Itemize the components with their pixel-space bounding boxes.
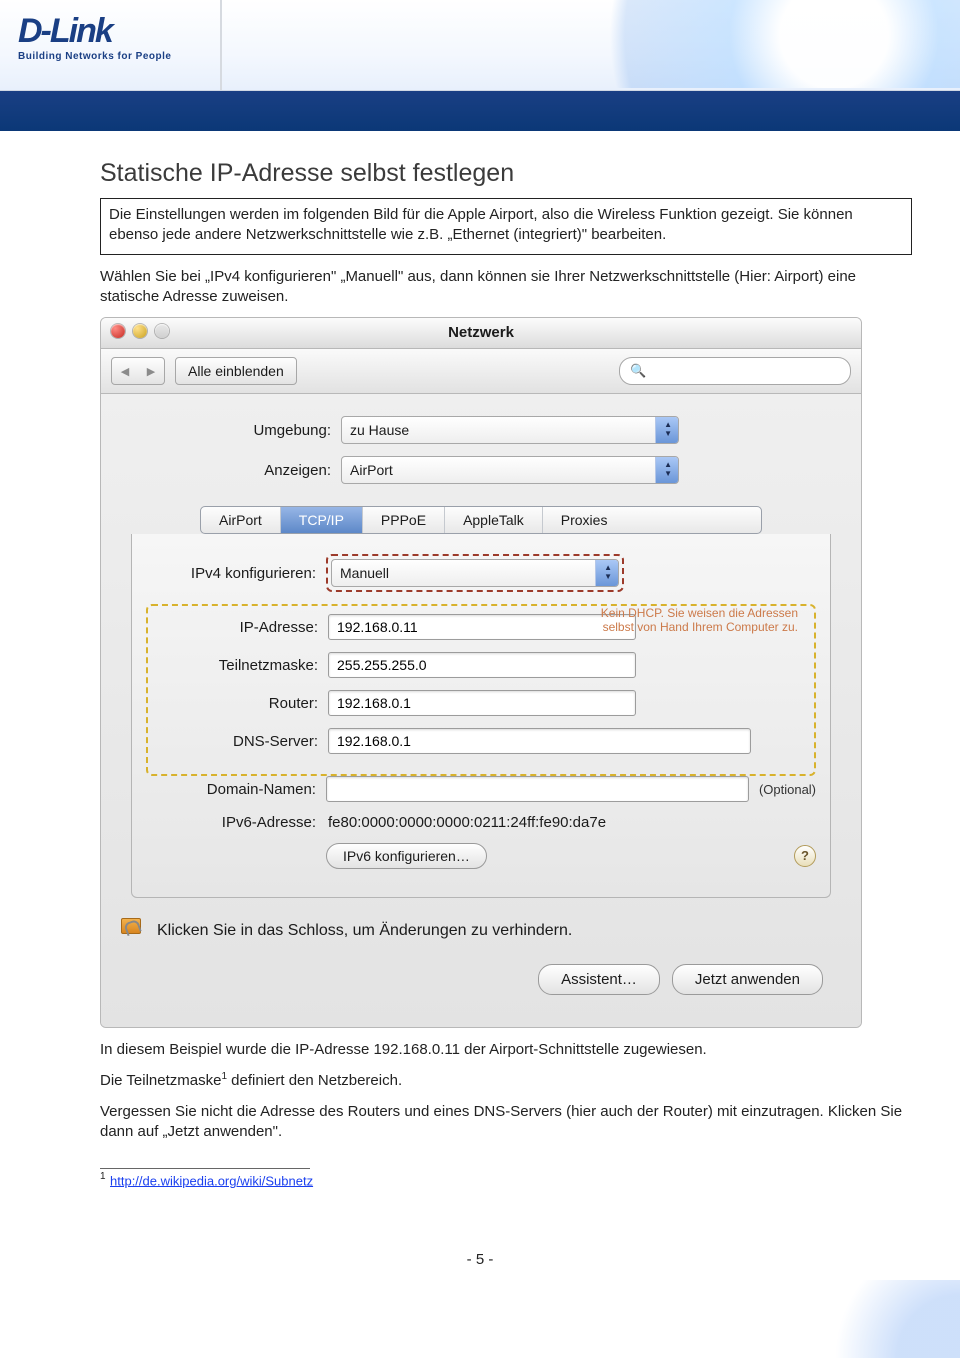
dlink-logo: D-Link Building Networks for People	[18, 12, 171, 62]
back-icon[interactable]: ◀	[112, 365, 138, 378]
outro-paragraph-2: Die Teilnetzmaske1 definiert den Netzber…	[100, 1070, 912, 1091]
tab-proxies[interactable]: Proxies	[543, 507, 626, 533]
lock-icon[interactable]	[121, 918, 147, 944]
window-controls	[111, 324, 169, 338]
search-icon: 🔍	[630, 363, 646, 379]
footnote-separator	[100, 1168, 310, 1169]
page-header: D-Link Building Networks for People	[0, 0, 960, 91]
router-field[interactable]	[328, 690, 636, 716]
lock-message: Klicken Sie in das Schloss, um Änderunge…	[157, 922, 572, 940]
umgebung-select[interactable]: zu Hause ▲▼	[341, 416, 679, 444]
annotation-text-2: selbst von Hand Ihrem Computer zu.	[603, 620, 798, 634]
window-title: Netzwerk	[448, 324, 514, 341]
footer-globe-art	[800, 1280, 960, 1358]
ipv6-configure-button[interactable]: IPv6 konfigurieren…	[326, 843, 487, 869]
close-icon[interactable]	[111, 324, 125, 338]
outro-paragraph-3: Vergessen Sie nicht die Adresse des Rout…	[100, 1102, 912, 1143]
toolbar: ◀ ▶ Alle einblenden 🔍	[101, 349, 861, 394]
annotation-text-1: Kein DHCP. Sie weisen die Adressen	[601, 606, 798, 620]
optional-label: (Optional)	[759, 782, 816, 797]
header-blue-bar	[0, 91, 960, 131]
chevron-updown-icon: ▲▼	[664, 420, 672, 438]
forward-icon[interactable]: ▶	[138, 365, 164, 378]
tab-bar: AirPort TCP/IP PPPoE AppleTalk Proxies	[200, 506, 762, 534]
anzeigen-select[interactable]: AirPort ▲▼	[341, 456, 679, 484]
assistant-button[interactable]: Assistent…	[538, 964, 660, 995]
window-titlebar: Netzwerk	[101, 318, 861, 349]
ip-address-label: IP-Adresse:	[148, 619, 328, 636]
subnet-mask-field[interactable]	[328, 652, 636, 678]
ipv4-config-select[interactable]: Manuell ▲▼	[331, 559, 619, 587]
tab-tcpip[interactable]: TCP/IP	[281, 507, 363, 533]
dns-server-field[interactable]	[328, 728, 751, 754]
ipv6-address-value: fe80:0000:0000:0000:0211:24ff:fe90:da7e	[326, 814, 606, 831]
logo-tagline: Building Networks for People	[18, 51, 171, 62]
search-input[interactable]: 🔍	[619, 357, 851, 385]
nav-back-forward[interactable]: ◀ ▶	[111, 357, 165, 385]
domain-names-label: Domain-Namen:	[146, 781, 326, 798]
logo-text: D-Link	[18, 12, 171, 51]
domain-names-field[interactable]	[326, 776, 749, 802]
dns-server-label: DNS-Server:	[148, 733, 328, 750]
umgebung-label: Umgebung:	[121, 422, 341, 439]
header-divider	[220, 0, 222, 90]
footnote-link[interactable]: http://de.wikipedia.org/wiki/Subnetz	[110, 1173, 313, 1188]
outro-paragraph-1: In diesem Beispiel wurde die IP-Adresse …	[100, 1040, 912, 1060]
apply-now-button[interactable]: Jetzt anwenden	[672, 964, 823, 995]
chevron-updown-icon: ▲▼	[604, 563, 612, 581]
tab-airport[interactable]: AirPort	[201, 507, 281, 533]
page-title: Statische IP-Adresse selbst festlegen	[100, 159, 912, 188]
highlight-red-dashed: Manuell ▲▼	[326, 554, 624, 592]
header-globe-art	[540, 0, 960, 88]
show-all-button[interactable]: Alle einblenden	[175, 357, 297, 385]
macos-network-window: Netzwerk ◀ ▶ Alle einblenden 🔍 Umgebung:…	[100, 317, 862, 1028]
chevron-updown-icon: ▲▼	[664, 460, 672, 478]
tcpip-panel: IPv4 konfigurieren: Manuell ▲▼ Kein DHCP…	[131, 534, 831, 898]
page-number: - 5 -	[0, 1251, 960, 1268]
intro-paragraph: Wählen Sie bei „IPv4 konfigurieren" „Man…	[100, 267, 912, 308]
help-icon[interactable]: ?	[794, 845, 816, 867]
ip-address-field[interactable]	[328, 614, 636, 640]
anzeigen-label: Anzeigen:	[121, 462, 341, 479]
zoom-icon[interactable]	[155, 324, 169, 338]
footnote: 1 http://de.wikipedia.org/wiki/Subnetz	[100, 1171, 912, 1190]
note-box: Die Einstellungen werden im folgenden Bi…	[100, 198, 912, 255]
minimize-icon[interactable]	[133, 324, 147, 338]
subnet-mask-label: Teilnetzmaske:	[148, 657, 328, 674]
tab-pppoe[interactable]: PPPoE	[363, 507, 445, 533]
tab-appletalk[interactable]: AppleTalk	[445, 507, 543, 533]
router-label: Router:	[148, 695, 328, 712]
ipv6-address-label: IPv6-Adresse:	[146, 814, 326, 831]
ipv4-config-label: IPv4 konfigurieren:	[146, 565, 326, 582]
